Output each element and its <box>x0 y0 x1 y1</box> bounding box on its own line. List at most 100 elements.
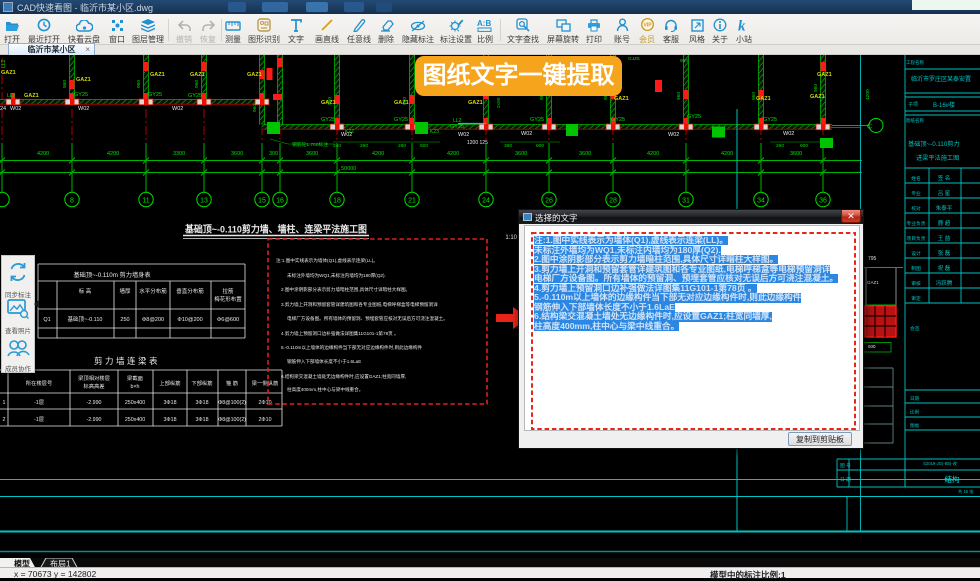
svg-text:3Φ18: 3Φ18 <box>195 400 208 406</box>
svg-text:4200: 4200 <box>647 151 659 157</box>
svg-text:基础顶~-0.110剪力墙、墙柱、连梁平法施工图: 基础顶~-0.110剪力墙、墙柱、连梁平法施工图 <box>184 224 367 236</box>
svg-text:960: 960 <box>252 104 258 112</box>
svg-text:LL2: LL2 <box>1 59 7 68</box>
svg-text:950: 950 <box>680 58 688 64</box>
svg-text:3600: 3600 <box>231 151 243 157</box>
svg-text:C: C <box>867 124 872 131</box>
svg-text:960: 960 <box>136 80 142 88</box>
svg-text:8: 8 <box>70 198 74 205</box>
svg-text:11: 11 <box>142 198 149 205</box>
svg-text:朱泰平: 朱泰平 <box>936 204 953 212</box>
svg-text:3Φ18: 3Φ18 <box>163 417 176 423</box>
svg-text:GY25: GY25 <box>188 93 202 99</box>
svg-text:GY25: GY25 <box>321 117 335 123</box>
svg-text:GY25: GY25 <box>394 117 408 123</box>
svg-text:3600: 3600 <box>306 151 318 157</box>
svg-text:VIP: VIP <box>643 23 652 29</box>
svg-text:GAZ1: GAZ1 <box>614 96 629 102</box>
svg-text:垂直分布筋: 垂直分布筋 <box>176 287 204 295</box>
svg-text:基础顶~-0.110剪力: 基础顶~-0.110剪力 <box>908 140 960 148</box>
svg-text:3600: 3600 <box>515 151 527 157</box>
svg-text:GAZ1: GAZ1 <box>756 96 771 102</box>
svg-text:3Φ18: 3Φ18 <box>163 400 176 406</box>
svg-text:4200: 4200 <box>721 151 733 157</box>
svg-text:4200: 4200 <box>865 89 871 100</box>
svg-text:GAZ1: GAZ1 <box>867 280 879 285</box>
svg-text:祝 磊: 祝 磊 <box>938 264 951 272</box>
svg-text:GY25: GY25 <box>148 92 162 98</box>
svg-text:GY25: GY25 <box>530 117 544 123</box>
svg-text:GAZ1: GAZ1 <box>24 93 39 99</box>
svg-text:50000: 50000 <box>341 166 356 172</box>
svg-text:1200 125: 1200 125 <box>467 140 488 146</box>
svg-text:3Φ18: 3Φ18 <box>195 417 208 423</box>
svg-text:k: k <box>738 19 746 33</box>
svg-text:960: 960 <box>813 84 819 92</box>
svg-text:260: 260 <box>776 143 784 149</box>
svg-text:Q1: Q1 <box>43 317 50 323</box>
svg-text:GY25: GY25 <box>611 117 625 123</box>
svg-text:姓名: 姓名 <box>911 175 921 182</box>
svg-text:300: 300 <box>269 151 278 157</box>
svg-text:临沂市罗庄区某泰安置: 临沂市罗庄区某泰安置 <box>911 75 971 83</box>
svg-text:2Φ10: 2Φ10 <box>258 400 271 406</box>
svg-text:4200: 4200 <box>37 151 49 157</box>
svg-text:标高高差: 标高高差 <box>83 382 104 390</box>
svg-text:18: 18 <box>333 198 341 205</box>
svg-text:Φ8@100(2): Φ8@100(2) <box>218 400 246 406</box>
svg-text:梁顶相对楼层: 梁顶相对楼层 <box>78 374 110 382</box>
svg-text:箍 筋: 箍 筋 <box>226 379 238 387</box>
svg-text:GAZ1: GAZ1 <box>247 72 262 78</box>
svg-text:2.图中涂阴影部分表示剪力墙暗柱范围,具体尺寸详暗柱大样图。: 2.图中涂阴影部分表示剪力墙暗柱范围,具体尺寸详暗柱大样图。 <box>281 286 410 293</box>
svg-text:GAZ1: GAZ1 <box>76 77 91 83</box>
svg-text:上部纵筋: 上部纵筋 <box>159 379 180 387</box>
svg-text:360: 360 <box>504 143 512 149</box>
svg-text:张 磊: 张 磊 <box>938 249 951 257</box>
svg-text:5.-0.110m以上墙体的边缘构件当下部无对应边缘构件时,: 5.-0.110m以上墙体的边缘构件当下部无对应边缘构件时,则此边缘构件 <box>281 344 422 351</box>
svg-text:子项: 子项 <box>908 101 918 108</box>
svg-text:共 16 张: 共 16 张 <box>958 488 974 495</box>
svg-text:进梁平法施工图: 进梁平法施工图 <box>916 154 959 162</box>
svg-text:注:1.图中实线表示为墙体(Q1),虚线表示连梁(LL)。: 注:1.图中实线表示为墙体(Q1),虚线表示连梁(LL)。 <box>276 257 378 264</box>
svg-text:Φ6@600: Φ6@600 <box>217 317 239 323</box>
svg-text:24: 24 <box>0 106 6 112</box>
svg-text:未标注外墙均为WQ1,未标注内墙均为180厚(Q2).: 未标注外墙均为WQ1,未标注内墙均为180厚(Q2). <box>287 272 386 279</box>
svg-text:960: 960 <box>751 92 757 100</box>
svg-text:W02: W02 <box>78 106 89 112</box>
svg-text:鹿 超: 鹿 超 <box>938 219 951 227</box>
svg-text:250x400: 250x400 <box>125 417 145 423</box>
svg-text:GAZ1: GAZ1 <box>817 72 832 78</box>
svg-text:-1层: -1层 <box>34 399 44 406</box>
svg-text:吕 星: 吕 星 <box>938 190 951 197</box>
svg-text:审核: 审核 <box>911 280 921 287</box>
svg-text:梅花形布置: 梅花形布置 <box>214 295 242 303</box>
svg-text:GJZ5: GJZ5 <box>628 56 640 62</box>
svg-text:GAZ1: GAZ1 <box>190 72 205 78</box>
svg-text:签 名: 签 名 <box>938 174 951 182</box>
svg-text:图 号: 图 号 <box>840 463 851 469</box>
svg-text:W02: W02 <box>458 132 469 138</box>
svg-text:960: 960 <box>327 97 333 105</box>
svg-text:b×h: b×h <box>131 384 140 390</box>
svg-text:960: 960 <box>62 80 68 88</box>
svg-text:剪力墙连梁表: 剪力墙连梁表 <box>94 356 160 366</box>
svg-text:W02: W02 <box>10 106 21 112</box>
svg-text:3600: 3600 <box>790 151 802 157</box>
svg-text:W02: W02 <box>521 131 532 137</box>
svg-text:4200: 4200 <box>107 151 119 157</box>
svg-text:钢筋伸入下部墙体长度不小于1.6LaE: 钢筋伸入下部墙体长度不小于1.6LaE <box>287 358 361 365</box>
svg-text:4.剪力墙上预留洞口边补强做法详图集11G101-1第78页: 4.剪力墙上预留洞口边补强做法详图集11G101-1第78页 。 <box>281 330 399 337</box>
svg-text:GY25: GY25 <box>687 114 701 120</box>
svg-text:钢筋砼1.700标注: 钢筋砼1.700标注 <box>292 141 328 148</box>
svg-text:S2019-JG(-B5)-改: S2019-JG(-B5)-改 <box>923 460 958 467</box>
svg-text:21: 21 <box>408 198 416 205</box>
svg-text:-1层: -1层 <box>34 416 44 423</box>
svg-text:26: 26 <box>545 198 553 205</box>
svg-text:600: 600 <box>420 143 428 149</box>
svg-text:24: 24 <box>482 198 490 205</box>
svg-text:31: 31 <box>682 198 690 205</box>
svg-text:图幅: 图幅 <box>910 422 919 429</box>
svg-text:260: 260 <box>398 143 406 149</box>
svg-text:专业负责: 专业负责 <box>906 220 925 227</box>
svg-text:13: 13 <box>200 198 208 205</box>
